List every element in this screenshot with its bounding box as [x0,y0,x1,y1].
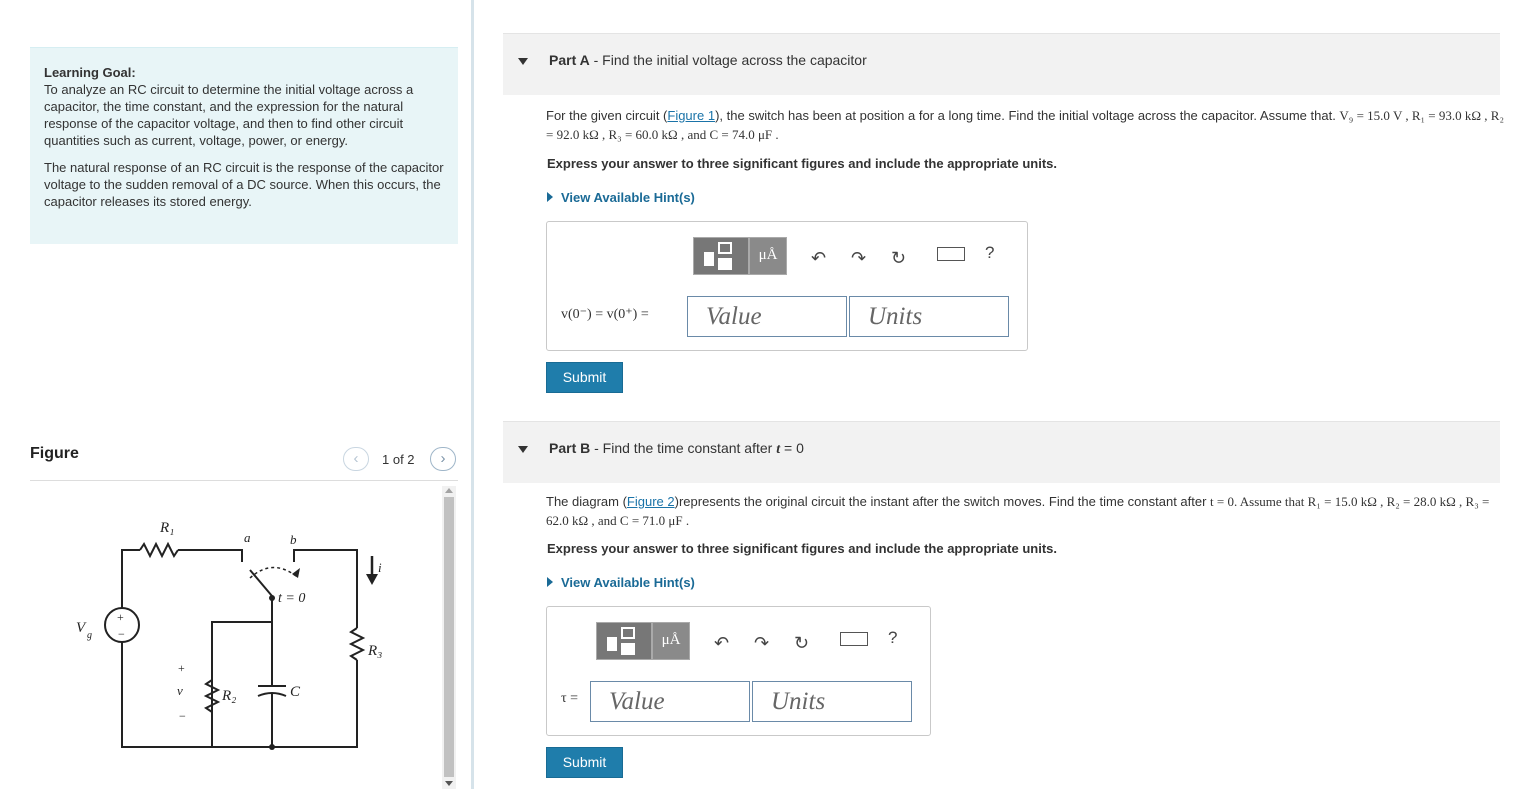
part-b-instruction: Express your answer to three significant… [547,541,1057,556]
scroll-down-icon[interactable] [445,781,453,786]
reset-icon[interactable]: ↻ [891,248,906,269]
source-minus: − [118,627,125,641]
undo-icon[interactable]: ↶ [714,633,729,654]
scroll-up-icon[interactable] [445,488,453,493]
v-plus: + [178,661,185,675]
r3-label: R₃ [367,643,382,659]
figure-2-link[interactable]: Figure 2 [627,494,675,509]
redo-icon[interactable]: ↷ [754,633,769,654]
current-label: i [378,560,382,575]
v-minus: − [179,709,186,723]
v-label: v [177,683,183,698]
reset-icon[interactable]: ↻ [794,633,809,654]
part-b-hint-link[interactable]: View Available Hint(s) [547,575,695,590]
help-icon[interactable]: ? [888,628,897,648]
part-a-answer-box: μÅ ↶ ↷ ↻ ? v(0⁻) = v(0⁺) = Value Units [546,221,1028,351]
source-plus: + [117,610,124,624]
r1-label: R₁ [159,520,174,536]
part-b-header[interactable]: Part B - Find the time constant after t … [503,421,1500,483]
value-input[interactable]: Value [687,296,847,337]
collapse-triangle-icon[interactable] [518,58,528,65]
figure-counter: 1 of 2 [382,452,415,467]
learning-goal-text-2: The natural response of an RC circuit is… [44,160,444,209]
submit-button[interactable]: Submit [546,362,623,393]
keyboard-icon[interactable] [840,632,868,646]
part-b-answer-label: τ = [561,691,579,706]
part-a-answer-label: v(0⁻) = v(0⁺) = [561,307,649,322]
units-input[interactable]: Units [752,681,912,722]
chevron-right-icon[interactable]: › [430,447,456,471]
vg-label: V [76,620,87,636]
part-a-instruction: Express your answer to three significant… [547,156,1057,171]
part-a-header[interactable]: Part A - Find the initial voltage across… [503,33,1500,95]
part-b-question: The diagram (Figure 2)represents the ori… [546,494,1490,528]
learning-goal-text: To analyze an RC circuit to determine th… [44,82,414,148]
learning-goal-title: Learning Goal: [44,65,136,80]
caret-right-icon [547,577,553,587]
part-b-title: Part B - Find the time constant after t … [549,440,804,457]
keyboard-icon[interactable] [937,247,965,261]
vg-subscript: g [87,630,92,641]
units-button[interactable]: μÅ [749,237,787,275]
circuit-diagram: + − R₁ a b t = 0 i V g R₃ + v − R₂ C [76,520,382,750]
units-button[interactable]: μÅ [652,622,690,660]
figure-1-link[interactable]: Figure 1 [667,108,715,123]
pane-divider[interactable] [471,0,474,789]
collapse-triangle-icon[interactable] [518,446,528,453]
part-a-hint-link[interactable]: View Available Hint(s) [547,190,695,205]
value-input[interactable]: Value [590,681,750,722]
divider [30,480,458,481]
part-b-answer-box: μÅ ↶ ↷ ↻ ? τ = Value Units [546,606,931,736]
switch-time-label: t = 0 [278,591,305,606]
caret-right-icon [547,192,553,202]
submit-button[interactable]: Submit [546,747,623,778]
figure-title: Figure [30,445,79,462]
help-icon[interactable]: ? [985,243,994,263]
switch-b-label: b [290,532,297,547]
templates-icon[interactable] [693,237,749,275]
switch-a-label: a [244,530,251,545]
learning-goal-box: Learning Goal: To analyze an RC circuit t… [30,47,458,244]
undo-icon[interactable]: ↶ [811,248,826,269]
scrollbar-thumb[interactable] [444,497,454,777]
units-input[interactable]: Units [849,296,1009,337]
part-a-title: Part A - Find the initial voltage across… [549,52,867,68]
chevron-left-icon[interactable]: ‹ [343,447,369,471]
r2-label: R₂ [221,688,236,704]
redo-icon[interactable]: ↷ [851,248,866,269]
part-a-question: For the given circuit (Figure 1), the sw… [546,108,1504,142]
c-label: C [290,684,301,700]
templates-icon[interactable] [596,622,652,660]
